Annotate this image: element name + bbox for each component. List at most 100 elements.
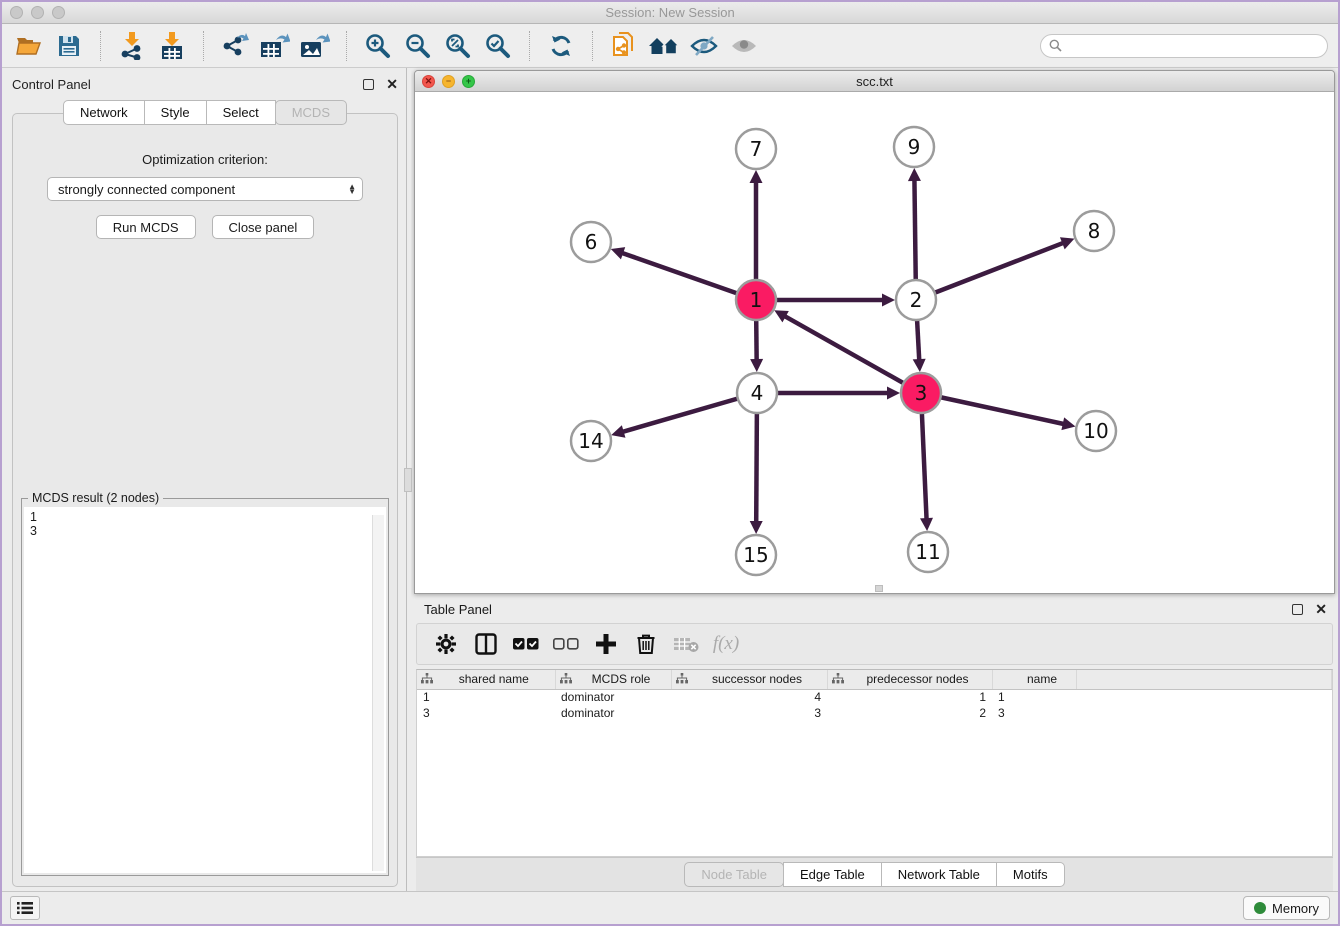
graph-edge-arrowhead: [882, 294, 895, 307]
search-field[interactable]: [1040, 34, 1328, 58]
column-header-successor-nodes[interactable]: successor nodes: [671, 670, 827, 689]
gear-icon[interactable]: [431, 629, 461, 659]
graph-edge-arrowhead: [611, 247, 625, 259]
graph-node-14[interactable]: 14: [571, 421, 611, 461]
network-close-button[interactable]: ✕: [422, 75, 435, 88]
table-cell[interactable]: 1: [417, 689, 555, 705]
import-network-icon[interactable]: [115, 29, 149, 63]
refresh-icon[interactable]: [544, 29, 578, 63]
network-window-titlebar[interactable]: ✕ − + scc.txt: [415, 71, 1334, 92]
table-row[interactable]: 1dominator411: [417, 689, 1332, 705]
table-cell[interactable]: 3: [671, 705, 827, 721]
vertical-splitter[interactable]: [406, 68, 411, 891]
table-cell[interactable]: 3: [417, 705, 555, 721]
graph-node-9[interactable]: 9: [894, 127, 934, 167]
table-cell[interactable]: dominator: [555, 689, 671, 705]
zoom-selected-icon[interactable]: [481, 29, 515, 63]
run-mcds-button[interactable]: Run MCDS: [96, 215, 196, 239]
graph-edge[interactable]: [916, 243, 1063, 300]
task-history-icon[interactable]: [10, 896, 40, 920]
graph-node-4[interactable]: 4: [737, 373, 777, 413]
new-network-from-selection-icon[interactable]: [607, 29, 641, 63]
graph-node-6[interactable]: 6: [571, 222, 611, 262]
add-column-icon[interactable]: [591, 629, 621, 659]
column-header-predecessor-nodes[interactable]: predecessor nodes: [827, 670, 992, 689]
graph-node-2[interactable]: 2: [896, 280, 936, 320]
table-cell[interactable]: 1: [992, 689, 1076, 705]
export-network-icon[interactable]: [218, 29, 252, 63]
table-cell[interactable]: 1: [827, 689, 992, 705]
tab-select[interactable]: Select: [206, 100, 276, 125]
control-panel: Control Panel ✕ NetworkStyleSelectMCDS O…: [2, 68, 406, 891]
split-panel-icon[interactable]: [471, 629, 501, 659]
optimization-criterion-select[interactable]: strongly connected component ▲▼: [47, 177, 363, 201]
control-panel-tabs: NetworkStyleSelectMCDS: [12, 100, 398, 125]
graph-node-10[interactable]: 10: [1076, 411, 1116, 451]
zoom-fit-icon[interactable]: [441, 29, 475, 63]
delete-column-icon[interactable]: [631, 629, 661, 659]
table-panel-title: Table Panel: [424, 602, 492, 617]
export-table-icon[interactable]: [258, 29, 292, 63]
deselect-all-checkboxes-icon[interactable]: [551, 629, 581, 659]
tab-node-table[interactable]: Node Table: [684, 862, 784, 887]
graph-node-11[interactable]: 11: [908, 532, 948, 572]
network-window-title: scc.txt: [856, 74, 893, 89]
tab-network-table[interactable]: Network Table: [881, 862, 997, 887]
svg-text:15: 15: [743, 543, 768, 567]
network-canvas[interactable]: 7 9 6 8 1 2 4 3 14 10 15 11: [415, 92, 1334, 593]
open-file-icon[interactable]: [12, 29, 46, 63]
graph-edge[interactable]: [921, 393, 1064, 424]
minimize-window-button[interactable]: [31, 6, 44, 19]
tab-motifs[interactable]: Motifs: [996, 862, 1065, 887]
table-float-panel-icon[interactable]: [1292, 604, 1303, 615]
graph-node-1[interactable]: 1: [736, 280, 776, 320]
memory-button[interactable]: Memory: [1243, 896, 1330, 920]
maximize-window-button[interactable]: [52, 6, 65, 19]
network-maximize-button[interactable]: +: [462, 75, 475, 88]
splitter-grip[interactable]: [404, 468, 412, 492]
tab-mcds[interactable]: MCDS: [275, 100, 347, 125]
show-eye-icon[interactable]: [727, 29, 761, 63]
function-builder-icon[interactable]: f(x): [711, 629, 741, 659]
graph-node-8[interactable]: 8: [1074, 211, 1114, 251]
graph-edge[interactable]: [622, 253, 756, 300]
column-header-shared-name[interactable]: shared name: [417, 670, 555, 689]
search-input[interactable]: [1067, 39, 1319, 53]
hide-selected-icon[interactable]: [687, 29, 721, 63]
canvas-splitter-grip[interactable]: [875, 585, 883, 592]
table-row[interactable]: 3dominator323: [417, 705, 1332, 721]
tab-style[interactable]: Style: [144, 100, 207, 125]
column-header-name[interactable]: name: [992, 670, 1076, 689]
toolbar-separator: [100, 31, 101, 61]
export-image-icon[interactable]: [298, 29, 332, 63]
tab-network[interactable]: Network: [63, 100, 145, 125]
graph-node-7[interactable]: 7: [736, 129, 776, 169]
select-all-checkboxes-icon[interactable]: [511, 629, 541, 659]
table-cell[interactable]: dominator: [555, 705, 671, 721]
close-panel-button[interactable]: Close panel: [212, 215, 315, 239]
graph-node-15[interactable]: 15: [736, 535, 776, 575]
close-panel-icon[interactable]: ✕: [386, 79, 398, 90]
result-scrollbar[interactable]: [372, 515, 384, 871]
graph-edge-arrowhead: [750, 359, 763, 372]
zoom-in-icon[interactable]: [361, 29, 395, 63]
table-header-row: shared nameMCDS rolesuccessor nodesprede…: [417, 670, 1332, 689]
save-session-icon[interactable]: [52, 29, 86, 63]
import-table-icon[interactable]: [155, 29, 189, 63]
mcds-result-text[interactable]: 1 3: [24, 507, 386, 873]
zoom-out-icon[interactable]: [401, 29, 435, 63]
table-cell[interactable]: 3: [992, 705, 1076, 721]
graph-edge[interactable]: [785, 316, 921, 393]
tab-edge-table[interactable]: Edge Table: [783, 862, 882, 887]
graph-node-3[interactable]: 3: [901, 373, 941, 413]
column-header-MCDS-role[interactable]: MCDS role: [555, 670, 671, 689]
table-tabs: Node TableEdge TableNetwork TableMotifs: [416, 857, 1333, 891]
table-close-panel-icon[interactable]: ✕: [1315, 604, 1327, 615]
float-panel-icon[interactable]: [363, 79, 374, 90]
table-cell[interactable]: 4: [671, 689, 827, 705]
close-window-button[interactable]: [10, 6, 23, 19]
ndex-houses-icon[interactable]: [647, 29, 681, 63]
table-cell[interactable]: 2: [827, 705, 992, 721]
network-minimize-button[interactable]: −: [442, 75, 455, 88]
delete-table-icon[interactable]: [671, 629, 701, 659]
